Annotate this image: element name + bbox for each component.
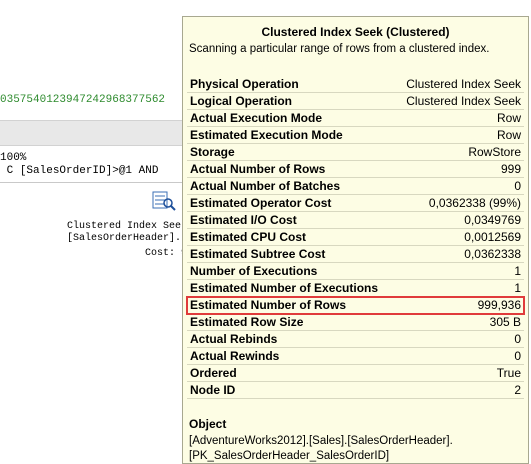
property-row: Storage RowStore (187, 144, 524, 161)
property-value: True (496, 366, 521, 380)
query-text: C [SalesOrderID]>@1 AND (0, 165, 159, 177)
property-row: Actual Rebinds 0 (187, 331, 524, 348)
property-key: Actual Number of Rows (190, 162, 326, 176)
property-row: Estimated I/O Cost 0,0349769 (187, 212, 524, 229)
property-value: Clustered Index Seek (406, 77, 521, 91)
property-key: Ordered (190, 366, 237, 380)
property-value: 2 (514, 383, 521, 397)
tooltip-title: Clustered Index Seek (Clustered) (261, 25, 450, 39)
property-row: Actual Number of Batches 0 (187, 178, 524, 195)
property-value: 999 (500, 162, 521, 176)
property-value: Row (496, 128, 521, 142)
property-key: Logical Operation (190, 94, 293, 108)
property-value: 999,936 (477, 298, 521, 312)
property-value: 0 (514, 179, 521, 193)
property-key: Storage (190, 145, 235, 159)
property-value: Row (496, 111, 521, 125)
operator-object: [SalesOrderHeader].[ (66, 233, 187, 244)
property-value: Clustered Index Seek (406, 94, 521, 108)
property-key: Estimated Execution Mode (190, 128, 343, 142)
property-row: Estimated Operator Cost 0,0362338 (99%) (187, 195, 524, 212)
property-value: 0 (514, 349, 521, 363)
property-row: Node ID 2 (187, 382, 524, 399)
property-key: Actual Execution Mode (190, 111, 323, 125)
property-row: Estimated Row Size 305 B (187, 314, 524, 331)
property-value: RowStore (468, 145, 521, 159)
property-row-highlighted: Estimated Number of Rows 999,936 (186, 296, 525, 315)
property-key: Actual Number of Batches (190, 179, 341, 193)
property-row: Logical Operation Clustered Index Seek (187, 93, 524, 110)
property-key: Node ID (190, 383, 236, 397)
property-key: Estimated I/O Cost (190, 213, 297, 227)
property-key: Actual Rebinds (190, 332, 278, 346)
property-key: Physical Operation (190, 77, 299, 91)
property-row: Estimated Number of Executions 1 (187, 280, 524, 297)
property-key: Actual Rewinds (190, 349, 280, 363)
property-value: 0 (514, 332, 521, 346)
property-row: Actual Number of Rows 999 (187, 161, 524, 178)
operator-name: Clustered Index Seek (66, 221, 187, 232)
property-row: Physical Operation Clustered Index Seek (187, 76, 524, 93)
property-row: Estimated Execution Mode Row (187, 127, 524, 144)
operator-tooltip: Clustered Index Seek (Clustered) Scannin… (182, 16, 529, 464)
property-row: Estimated CPU Cost 0,0012569 (187, 229, 524, 246)
property-value: 1 (514, 281, 521, 295)
property-key: Estimated Row Size (190, 315, 304, 329)
divider (0, 182, 190, 183)
property-row: Ordered True (187, 365, 524, 382)
property-key: Estimated Operator Cost (190, 196, 332, 210)
property-value: 0,0362338 (464, 247, 521, 261)
property-row: Actual Rewinds 0 (187, 348, 524, 365)
tooltip-description: Scanning a particular range of rows from… (189, 43, 490, 55)
property-row: Actual Execution Mode Row (187, 110, 524, 127)
property-value: 305 B (489, 315, 521, 329)
property-key: Number of Executions (190, 264, 318, 278)
property-value: 1 (514, 264, 521, 278)
property-key: Estimated CPU Cost (190, 230, 307, 244)
hash-text: 0357540123947242968377562 (0, 94, 166, 106)
plan-header-band (0, 120, 190, 146)
property-key: Estimated Subtree Cost (190, 247, 326, 261)
property-key: Estimated Number of Executions (190, 281, 379, 295)
object-label: Object (189, 417, 227, 431)
property-row: Estimated Subtree Cost 0,0362338 (187, 246, 524, 263)
operator-cost: Cost: 9 (144, 248, 187, 259)
property-value: 0,0349769 (464, 213, 521, 227)
clustered-index-seek-icon[interactable] (152, 190, 176, 212)
object-value: [AdventureWorks2012].[Sales].[SalesOrder… (189, 435, 453, 462)
property-value: 0,0012569 (464, 230, 521, 244)
property-table: Physical Operation Clustered Index Seek L… (186, 76, 525, 399)
property-value: 0,0362338 (99%) (428, 196, 521, 210)
query-percent: 100% (0, 152, 27, 164)
property-row: Number of Executions 1 (187, 263, 524, 280)
property-key: Estimated Number of Rows (190, 298, 347, 312)
